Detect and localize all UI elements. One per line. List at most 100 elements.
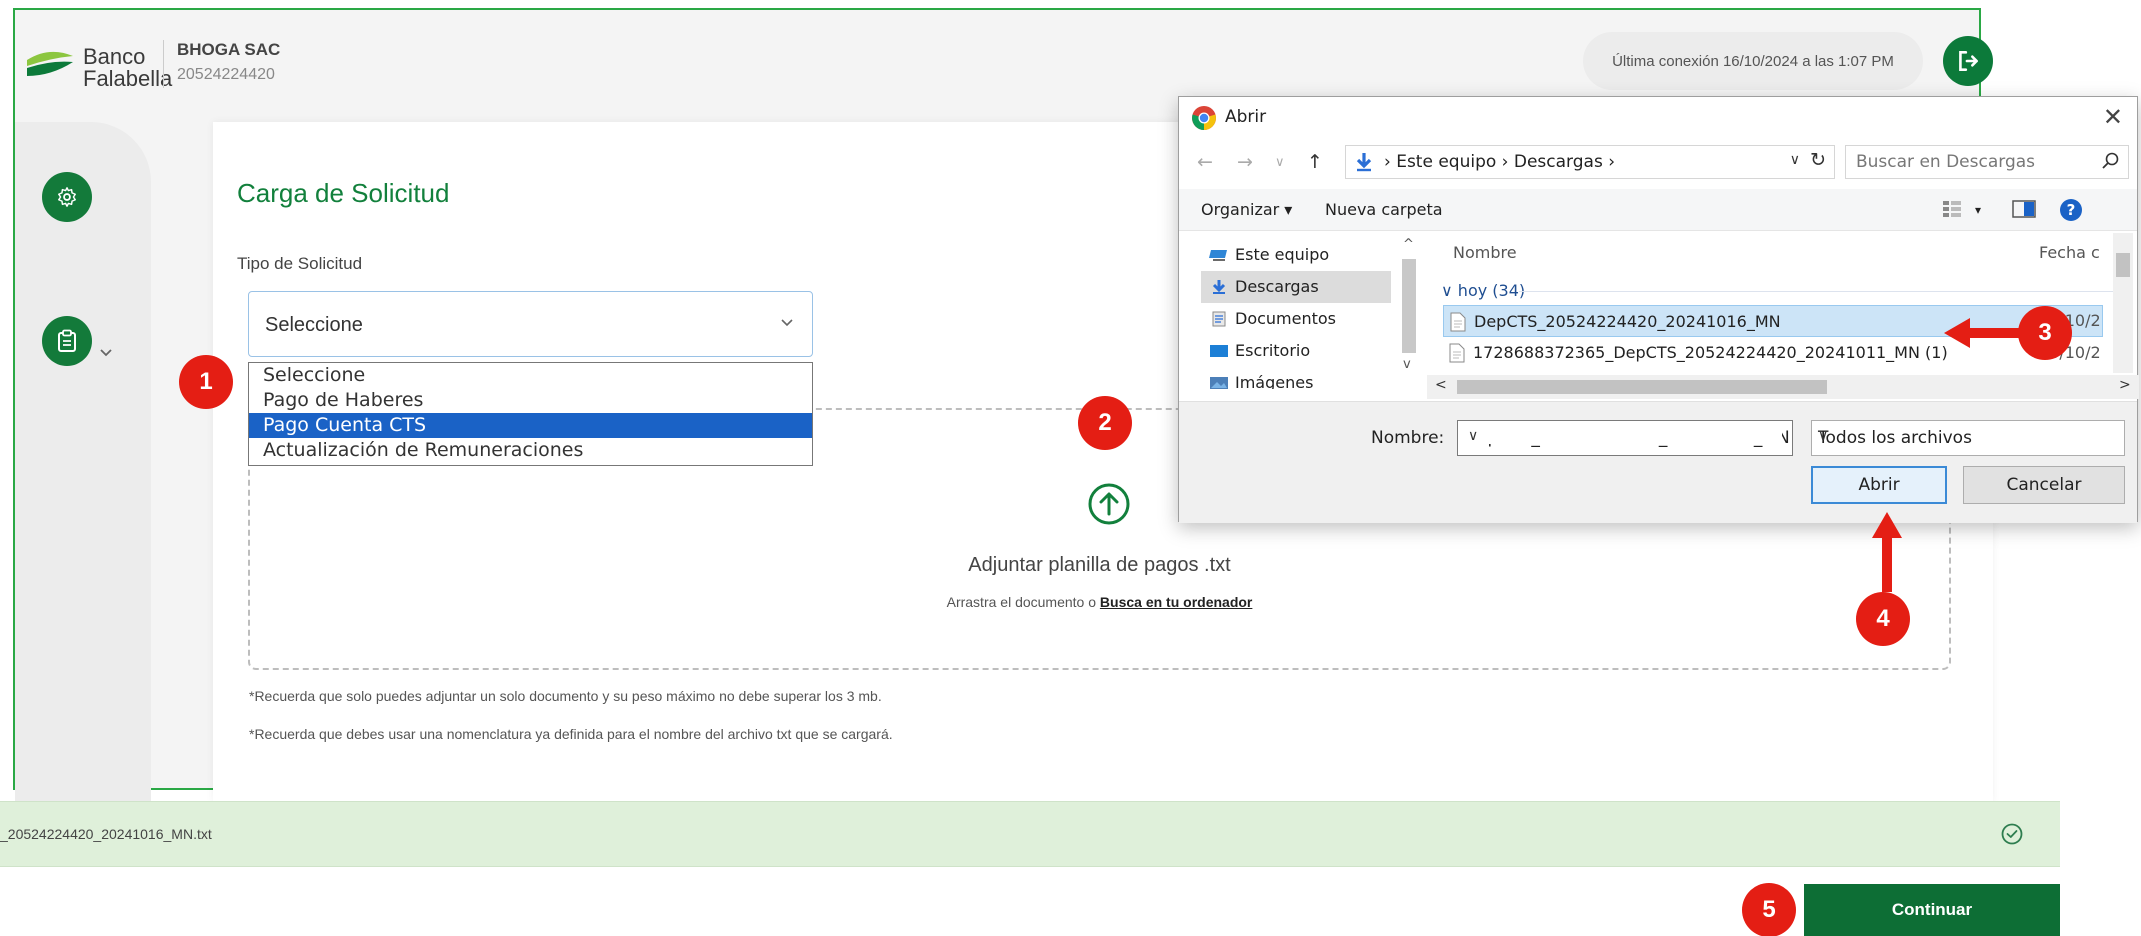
dropdown-option-seleccione[interactable]: Seleccione bbox=[249, 363, 812, 388]
upload-subtitle-text: Arrastra el documento o bbox=[946, 594, 1100, 610]
view-options-chevron-icon[interactable]: ▾ bbox=[1975, 203, 1981, 217]
attached-file-name: _20524224420_20241016_MN.txt bbox=[0, 826, 212, 842]
upload-arrow-icon[interactable] bbox=[1087, 482, 1131, 526]
logout-button[interactable] bbox=[1943, 36, 1993, 86]
requests-menu-button[interactable] bbox=[42, 316, 92, 366]
file-row-name: 1728688372365_DepCTS_20524224420_2024101… bbox=[1473, 343, 1948, 362]
dialog-nav-bar: ← → ∨ ↑ › Este equipo › Descargas › ∨ ↻ … bbox=[1179, 141, 2137, 183]
cancel-button[interactable]: Cancelar bbox=[1963, 466, 2125, 504]
request-type-label: Tipo de Solicitud bbox=[237, 254, 363, 273]
group-label: hoy (34) bbox=[1457, 281, 1526, 300]
dialog-titlebar: Abrir ✕ bbox=[1179, 97, 2137, 137]
file-icon bbox=[1450, 312, 1466, 332]
tree-label: Escritorio bbox=[1235, 341, 1311, 360]
tree-label: Imágenes bbox=[1235, 373, 1314, 389]
company-ruc: 20524224420 bbox=[177, 66, 275, 83]
up-arrow-icon[interactable]: ↑ bbox=[1307, 151, 1323, 173]
logout-icon bbox=[1959, 51, 1978, 71]
note-nomenclature: *Recuerda que debes usar una nomenclatur… bbox=[249, 726, 893, 742]
file-row-name: DepCTS_20524224420_20241016_MN bbox=[1474, 312, 1781, 331]
scroll-down-icon[interactable]: v bbox=[1403, 357, 1411, 372]
tree-scroll-thumb[interactable] bbox=[1402, 259, 1416, 353]
dropdown-option-pago-haberes[interactable]: Pago de Haberes bbox=[249, 388, 812, 413]
back-arrow-icon[interactable]: ← bbox=[1197, 151, 1213, 173]
tree-item-imagenes[interactable]: Imágenes bbox=[1201, 367, 1391, 389]
vscroll-thumb[interactable] bbox=[2116, 253, 2130, 277]
select-value: Seleccione bbox=[265, 314, 363, 336]
bank-logo: Banco Falabella bbox=[25, 38, 175, 94]
open-button[interactable]: Abrir bbox=[1811, 466, 1947, 504]
settings-gear-icon bbox=[58, 187, 76, 207]
search-icon bbox=[2102, 152, 2119, 169]
annotation-arrow-up-icon bbox=[1872, 512, 1902, 592]
annotation-badge-2: 2 bbox=[1078, 396, 1132, 450]
address-dropdown-icon[interactable]: ∨ bbox=[1790, 152, 1800, 168]
scroll-right-icon[interactable]: > bbox=[2119, 377, 2131, 393]
tree-label: Este equipo bbox=[1235, 245, 1330, 264]
bank-logo-icon bbox=[27, 51, 73, 76]
dialog-footer: Nombre: DepCTS_20524224420_20241016_MN ∨… bbox=[1179, 401, 2137, 523]
settings-button[interactable] bbox=[42, 172, 92, 222]
browse-computer-link[interactable]: Busca en tu ordenador bbox=[1100, 594, 1252, 610]
dialog-title: Abrir bbox=[1225, 107, 1267, 127]
filename-input[interactable]: DepCTS_20524224420_20241016_MN ∨ bbox=[1457, 420, 1793, 456]
preview-pane-icon[interactable] bbox=[2011, 198, 2037, 220]
download-arrow-icon bbox=[1212, 280, 1226, 294]
request-type-select[interactable]: Seleccione bbox=[248, 291, 813, 357]
address-bar[interactable]: › Este equipo › Descargas › ∨ ↻ bbox=[1345, 145, 1835, 179]
tree-item-documentos[interactable]: Documentos bbox=[1201, 303, 1391, 335]
recent-chevron-icon[interactable]: ∨ bbox=[1275, 155, 1285, 170]
search-input[interactable]: Buscar en Descargas bbox=[1845, 145, 2129, 179]
search-placeholder: Buscar en Descargas bbox=[1856, 152, 2036, 172]
dialog-close-button[interactable]: ✕ bbox=[2103, 103, 2123, 131]
upload-subtitle: Arrastra el documento o Busca en tu orde… bbox=[250, 594, 1949, 610]
group-header-today[interactable]: ∨ hoy (34) bbox=[1441, 281, 1525, 300]
page-title: Carga de Solicitud bbox=[237, 178, 450, 208]
tree-scrollbar[interactable]: ^ v bbox=[1399, 237, 1419, 377]
group-divider bbox=[1519, 291, 2119, 292]
tree-label: Documentos bbox=[1235, 309, 1337, 328]
desktop-icon bbox=[1210, 345, 1228, 357]
navigation-tree: Este equipo Descargas Documentos Escrito… bbox=[1179, 233, 1419, 401]
tree-item-escritorio[interactable]: Escritorio bbox=[1201, 335, 1391, 367]
col-header-name[interactable]: Nombre bbox=[1453, 243, 1517, 262]
hscroll-thumb[interactable] bbox=[1457, 380, 1827, 394]
file-open-dialog: Abrir ✕ ← → ∨ ↑ › Este equipo › Descarga… bbox=[1178, 96, 2139, 523]
new-folder-button[interactable]: Nueva carpeta bbox=[1325, 200, 1443, 219]
address-path: › Este equipo › Descargas › bbox=[1384, 152, 1616, 172]
dropdown-option-pago-cts[interactable]: Pago Cuenta CTS bbox=[249, 413, 812, 438]
company-name: BHOGA SAC bbox=[177, 40, 281, 59]
filename-history-icon[interactable]: ∨ bbox=[1464, 428, 1782, 444]
continue-button[interactable]: Continuar bbox=[1804, 884, 2060, 936]
download-arrow-icon bbox=[1356, 153, 1372, 172]
forward-arrow-icon[interactable]: → bbox=[1237, 151, 1253, 173]
annotation-badge-1: 1 bbox=[179, 355, 233, 409]
scroll-left-icon[interactable]: < bbox=[1435, 377, 1447, 393]
chevron-down-icon[interactable] bbox=[99, 348, 113, 358]
view-options-icon[interactable] bbox=[1941, 198, 1965, 220]
tree-label: Descargas bbox=[1235, 277, 1319, 296]
annotation-arrow-left-icon bbox=[1944, 318, 2024, 348]
clipboard-icon bbox=[58, 329, 76, 352]
tree-item-descargas[interactable]: Descargas bbox=[1201, 271, 1391, 303]
computer-icon bbox=[1209, 250, 1227, 261]
annotation-badge-5: 5 bbox=[1742, 883, 1796, 936]
filename-label: Nombre: bbox=[1371, 428, 1445, 448]
screenshot-stage: Banco Falabella BHOGA SAC 20524224420 Úl… bbox=[0, 0, 2141, 936]
col-header-date[interactable]: Fecha c bbox=[2039, 243, 2100, 262]
annotation-badge-3: 3 bbox=[2018, 306, 2072, 360]
tree-item-este-equipo[interactable]: Este equipo bbox=[1201, 239, 1391, 271]
brand-line2: Falabella bbox=[83, 66, 173, 91]
brand-line1: Banco bbox=[83, 44, 146, 69]
help-icon[interactable]: ? bbox=[2059, 198, 2083, 222]
logo-divider bbox=[163, 40, 164, 88]
refresh-icon[interactable]: ↻ bbox=[1810, 149, 1826, 171]
filetype-select[interactable]: Todos los archivos ∨ bbox=[1811, 420, 2125, 456]
organize-button[interactable]: Organizar ▾ bbox=[1201, 200, 1292, 219]
scroll-up-icon[interactable]: ^ bbox=[1403, 237, 1414, 252]
document-icon bbox=[1212, 311, 1226, 327]
dropdown-option-actualizacion[interactable]: Actualización de Remuneraciones bbox=[249, 438, 812, 463]
svg-text:?: ? bbox=[2067, 201, 2076, 219]
file-list-vscroll[interactable] bbox=[2113, 233, 2133, 373]
file-list-hscroll[interactable]: < > bbox=[1427, 375, 2139, 399]
